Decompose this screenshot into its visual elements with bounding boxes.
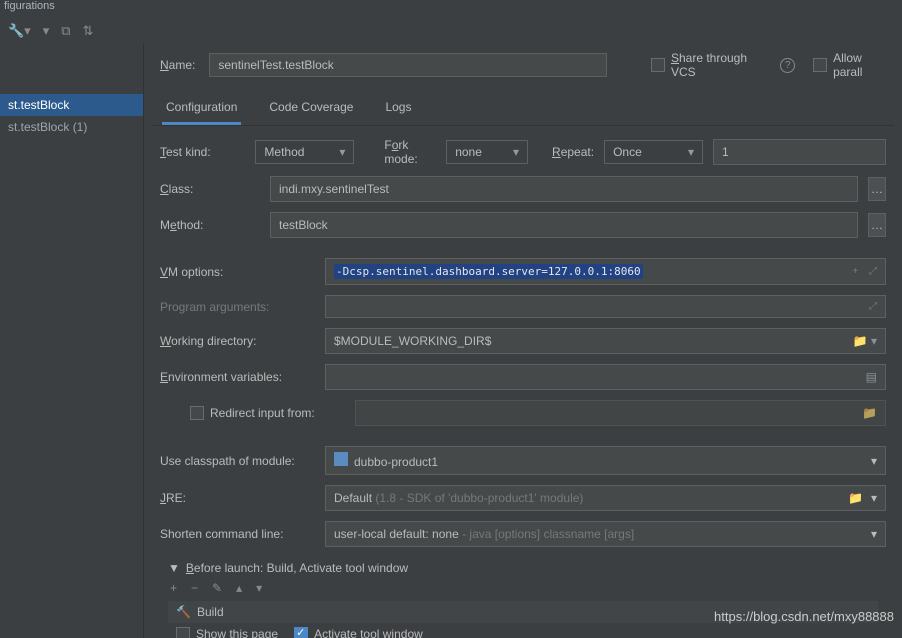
test-kind-select[interactable]: Method▾ <box>255 140 354 164</box>
fork-mode-select[interactable]: none▾ <box>446 140 528 164</box>
toolbar: 🔧▾ ▾ ⧉ ⇅ <box>0 18 902 44</box>
hammer-icon: 🔨 <box>176 605 191 619</box>
expand-icon[interactable]: ⤢ <box>869 301 877 312</box>
redirect-input-field: 📁 <box>355 400 886 426</box>
help-icon[interactable]: ? <box>780 58 795 73</box>
plus-icon[interactable]: + <box>852 266 858 277</box>
jre-label: JRE: <box>160 491 315 505</box>
module-icon <box>334 452 348 466</box>
class-label: Class: <box>160 182 260 196</box>
watermark: https://blog.csdn.net/mxy88888 <box>714 609 894 624</box>
activate-tool-checkbox[interactable]: Activate tool window <box>294 627 423 638</box>
window-title: figurations <box>0 0 902 18</box>
folder-icon: 📁 <box>862 406 877 420</box>
name-label: Name: <box>160 58 195 72</box>
classpath-select[interactable]: dubbo-product1 ▾ <box>325 446 886 475</box>
method-label: Method: <box>160 218 260 232</box>
program-args-input[interactable]: ⤢ <box>325 295 886 318</box>
sidebar-item-testblock[interactable]: st.testBlock <box>0 94 143 116</box>
expand-icon[interactable]: ⤢ <box>869 266 877 277</box>
up-icon[interactable]: ▴ <box>236 581 242 595</box>
add-icon[interactable]: + <box>170 581 177 595</box>
folder-icon[interactable]: 📁 <box>848 491 863 505</box>
copy-icon[interactable]: ⧉ <box>61 23 70 39</box>
working-dir-input[interactable]: $MODULE_WORKING_DIR$ 📁 ▾ <box>325 328 886 354</box>
method-browse-button[interactable]: … <box>868 213 886 237</box>
env-vars-label: Environment variables: <box>160 370 315 384</box>
env-vars-input[interactable]: ▤ <box>325 364 886 390</box>
tab-configuration[interactable]: Configuration <box>162 90 241 125</box>
vm-options-label: VM options: <box>160 265 315 279</box>
sidebar-item-testblock-1[interactable]: st.testBlock (1) <box>0 116 143 138</box>
tab-logs[interactable]: Logs <box>381 90 415 125</box>
shorten-select[interactable]: user-local default: none - java [options… <box>325 521 886 547</box>
caret-down-icon[interactable]: ▾ <box>43 23 50 39</box>
repeat-select[interactable]: Once▾ <box>604 140 703 164</box>
shorten-label: Shorten command line: <box>160 527 315 541</box>
folder-icon[interactable]: 📁 ▾ <box>853 334 877 348</box>
name-input[interactable] <box>209 53 607 77</box>
method-input[interactable] <box>270 212 858 238</box>
repeat-count-input[interactable] <box>713 139 886 165</box>
show-page-checkbox[interactable]: Show this page <box>176 627 278 638</box>
working-dir-label: Working directory: <box>160 334 315 348</box>
collapse-icon[interactable]: ▼ <box>168 561 180 575</box>
redirect-input-checkbox[interactable]: Redirect input from: <box>190 406 345 420</box>
tab-code-coverage[interactable]: Code Coverage <box>265 90 357 125</box>
sort-icon[interactable]: ⇅ <box>83 23 94 39</box>
test-kind-label: Test kind: <box>160 145 245 159</box>
jre-select[interactable]: Default (1.8 - SDK of 'dubbo-product1' m… <box>325 485 886 511</box>
class-input[interactable] <box>270 176 858 202</box>
down-icon[interactable]: ▾ <box>256 581 262 595</box>
run-config-list: st.testBlock st.testBlock (1) <box>0 44 144 638</box>
share-vcs-checkbox[interactable]: Share through VCS ? <box>651 51 795 79</box>
tabs: Configuration Code Coverage Logs <box>152 90 894 126</box>
allow-parallel-checkbox[interactable]: Allow parall <box>813 51 894 79</box>
vm-options-input[interactable]: -Dcsp.sentinel.dashboard.server=127.0.0.… <box>325 258 886 285</box>
program-args-label: Program arguments: <box>160 300 315 314</box>
before-launch-header: Before launch: Build, Activate tool wind… <box>186 561 408 575</box>
fork-mode-label: Fork mode: <box>384 138 436 166</box>
wrench-icon[interactable]: 🔧▾ <box>8 23 31 39</box>
repeat-label: Repeat: <box>552 145 594 159</box>
classpath-label: Use classpath of module: <box>160 454 315 468</box>
class-browse-button[interactable]: … <box>868 177 886 201</box>
edit-icon[interactable]: ✎ <box>212 581 222 595</box>
remove-icon[interactable]: − <box>191 581 198 595</box>
list-icon[interactable]: ▤ <box>866 370 877 384</box>
